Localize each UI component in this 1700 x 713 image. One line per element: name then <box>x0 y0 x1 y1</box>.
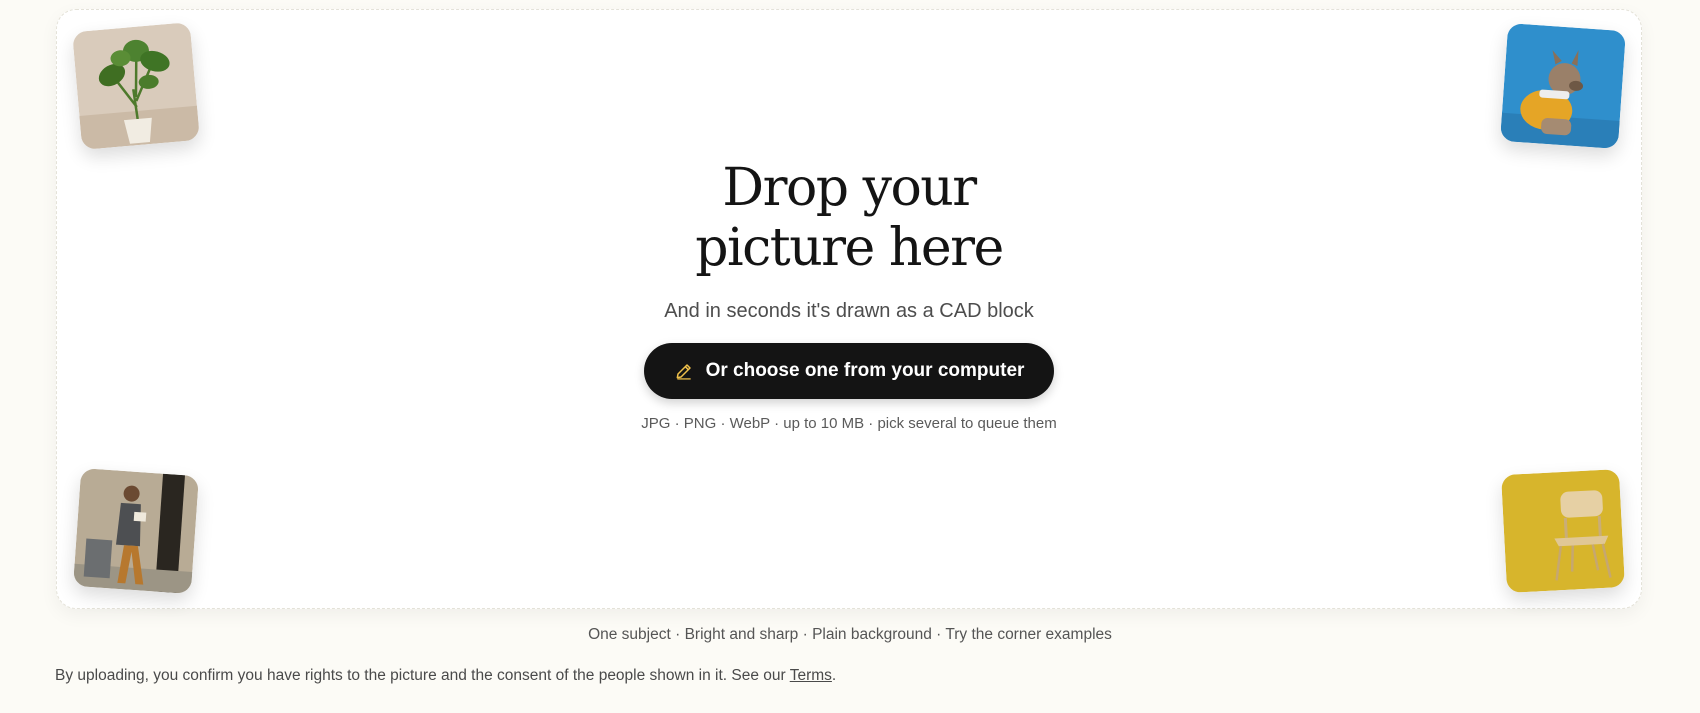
dropzone-content: Drop your picture here And in seconds it… <box>57 158 1641 432</box>
consent-notice: By uploading, you confirm you have right… <box>55 667 836 685</box>
consent-text: By uploading, you confirm you have right… <box>55 667 790 684</box>
plant-image <box>72 22 200 150</box>
pencil-icon <box>676 364 691 380</box>
man-reading-image <box>73 468 199 594</box>
upload-dropzone[interactable]: Drop your picture here And in seconds it… <box>56 9 1642 609</box>
title-line-1: Drop your <box>722 158 977 218</box>
dog-image <box>1500 23 1626 149</box>
upload-tips: One subject · Bright and sharp · Plain b… <box>588 626 1112 643</box>
example-man-reading-image[interactable] <box>73 468 199 594</box>
consent-suffix: . <box>831 667 837 684</box>
terms-link[interactable]: Terms <box>790 667 832 684</box>
example-dog-image[interactable] <box>1500 23 1626 149</box>
chair-image <box>1500 468 1626 594</box>
example-plant-image[interactable] <box>72 22 200 150</box>
example-chair-image[interactable] <box>1500 468 1626 594</box>
supported-formats: JPG · PNG · WebP · up to 10 MB · pick se… <box>641 415 1057 432</box>
title-line-2: picture here <box>695 218 1004 278</box>
choose-file-label: Or choose one from your computer <box>705 360 1025 381</box>
dropzone-subtitle: And in seconds it's drawn as a CAD block <box>664 300 1034 322</box>
dropzone-title: Drop your picture here <box>57 158 1641 278</box>
choose-file-button[interactable]: Or choose one from your computer <box>643 343 1055 399</box>
